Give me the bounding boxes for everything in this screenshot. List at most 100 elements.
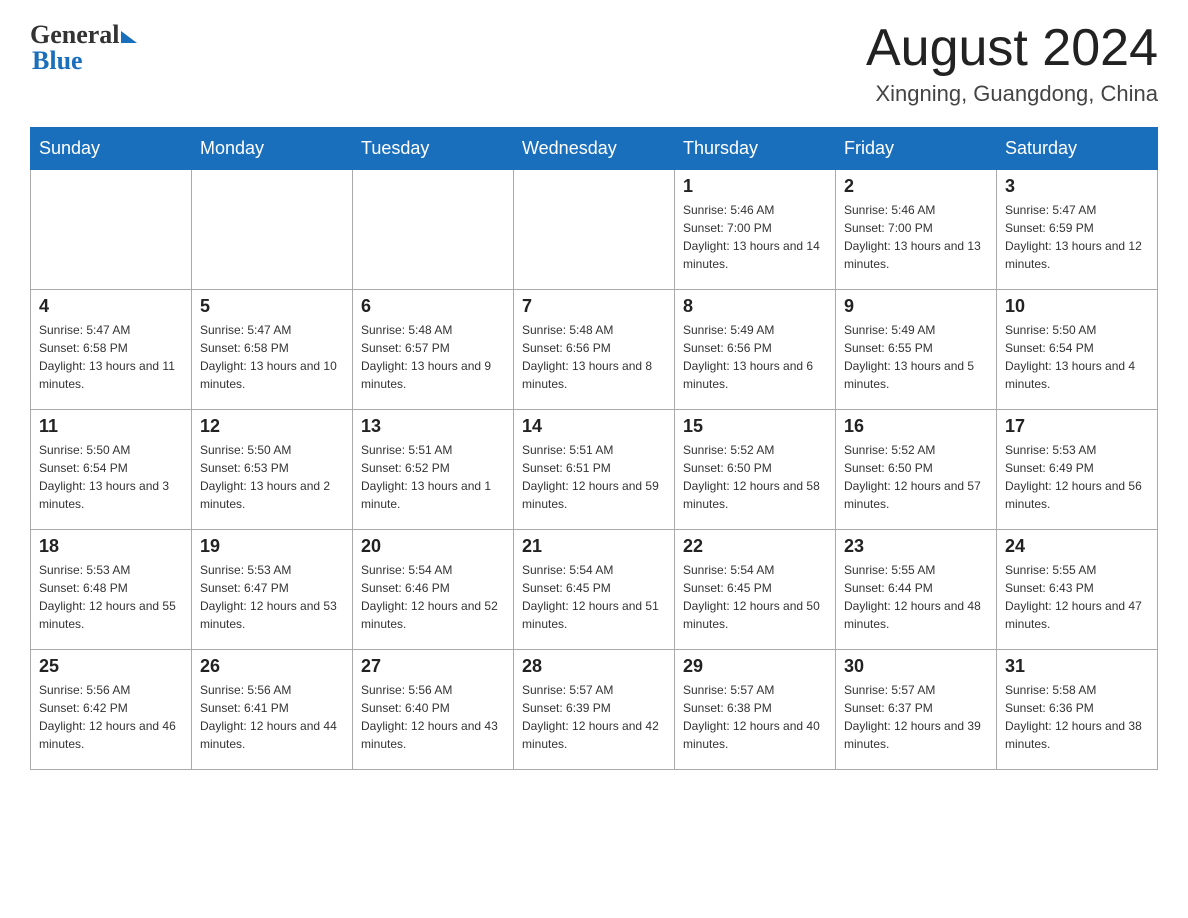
location-text: Xingning, Guangdong, China — [866, 81, 1158, 107]
day-sun-info: Sunrise: 5:51 AMSunset: 6:52 PMDaylight:… — [361, 441, 505, 513]
day-sun-info: Sunrise: 5:47 AMSunset: 6:58 PMDaylight:… — [200, 321, 344, 393]
calendar-day-cell: 3 Sunrise: 5:47 AMSunset: 6:59 PMDaylight… — [997, 170, 1158, 290]
calendar-day-cell: 29Sunrise: 5:57 AMSunset: 6:38 PMDayligh… — [675, 650, 836, 770]
calendar-day-cell: 23 Sunrise: 5:55 AMSunset: 6:44 PMDayligh… — [836, 530, 997, 650]
day-number: 8 — [683, 296, 827, 317]
calendar-day-cell: 6 Sunrise: 5:48 AMSunset: 6:57 PMDaylight… — [353, 290, 514, 410]
day-sun-info: Sunrise: 5:52 AMSunset: 6:50 PMDaylight:… — [844, 441, 988, 513]
day-sun-info: Sunrise: 5:50 AMSunset: 6:53 PMDaylight:… — [200, 441, 344, 513]
day-number: 20 — [361, 536, 505, 557]
calendar-week-row: 25Sunrise: 5:56 AMSunset: 6:42 PMDayligh… — [31, 650, 1158, 770]
day-number: 7 — [522, 296, 666, 317]
calendar-day-cell — [514, 170, 675, 290]
day-number: 9 — [844, 296, 988, 317]
day-sun-info: Sunrise: 5:54 AMSunset: 6:46 PMDaylight:… — [361, 561, 505, 633]
title-block: August 2024 Xingning, Guangdong, China — [866, 20, 1158, 107]
day-of-week-header: Tuesday — [353, 128, 514, 170]
calendar-day-cell: 20 Sunrise: 5:54 AMSunset: 6:46 PMDayligh… — [353, 530, 514, 650]
day-number: 12 — [200, 416, 344, 437]
day-of-week-header: Saturday — [997, 128, 1158, 170]
month-title: August 2024 — [866, 20, 1158, 77]
calendar-day-cell — [192, 170, 353, 290]
calendar-day-cell: 30Sunrise: 5:57 AMSunset: 6:37 PMDayligh… — [836, 650, 997, 770]
logo-blue-text: Blue — [32, 46, 83, 76]
calendar-day-cell: 22Sunrise: 5:54 AMSunset: 6:45 PMDayligh… — [675, 530, 836, 650]
calendar-day-cell: 25Sunrise: 5:56 AMSunset: 6:42 PMDayligh… — [31, 650, 192, 770]
day-sun-info: Sunrise: 5:56 AMSunset: 6:42 PMDaylight:… — [39, 681, 183, 753]
calendar-day-cell: 4 Sunrise: 5:47 AMSunset: 6:58 PMDaylight… — [31, 290, 192, 410]
calendar-week-row: 18 Sunrise: 5:53 AMSunset: 6:48 PMDayligh… — [31, 530, 1158, 650]
day-sun-info: Sunrise: 5:56 AMSunset: 6:40 PMDaylight:… — [361, 681, 505, 753]
calendar-day-cell: 31Sunrise: 5:58 AMSunset: 6:36 PMDayligh… — [997, 650, 1158, 770]
day-sun-info: Sunrise: 5:56 AMSunset: 6:41 PMDaylight:… — [200, 681, 344, 753]
calendar-week-row: 11Sunrise: 5:50 AMSunset: 6:54 PMDayligh… — [31, 410, 1158, 530]
calendar-day-cell: 9 Sunrise: 5:49 AMSunset: 6:55 PMDaylight… — [836, 290, 997, 410]
calendar-week-row: 4 Sunrise: 5:47 AMSunset: 6:58 PMDaylight… — [31, 290, 1158, 410]
day-sun-info: Sunrise: 5:47 AMSunset: 6:58 PMDaylight:… — [39, 321, 183, 393]
day-number: 5 — [200, 296, 344, 317]
day-number: 4 — [39, 296, 183, 317]
calendar-day-cell: 8 Sunrise: 5:49 AMSunset: 6:56 PMDaylight… — [675, 290, 836, 410]
day-number: 24 — [1005, 536, 1149, 557]
day-sun-info: Sunrise: 5:49 AMSunset: 6:55 PMDaylight:… — [844, 321, 988, 393]
day-sun-info: Sunrise: 5:47 AMSunset: 6:59 PMDaylight:… — [1005, 201, 1149, 273]
calendar-day-cell: 7Sunrise: 5:48 AMSunset: 6:56 PMDaylight… — [514, 290, 675, 410]
day-sun-info: Sunrise: 5:46 AMSunset: 7:00 PMDaylight:… — [683, 201, 827, 273]
day-of-week-header: Friday — [836, 128, 997, 170]
day-sun-info: Sunrise: 5:46 AMSunset: 7:00 PMDaylight:… — [844, 201, 988, 273]
day-number: 11 — [39, 416, 183, 437]
day-sun-info: Sunrise: 5:55 AMSunset: 6:43 PMDaylight:… — [1005, 561, 1149, 633]
calendar-day-cell: 18 Sunrise: 5:53 AMSunset: 6:48 PMDayligh… — [31, 530, 192, 650]
day-sun-info: Sunrise: 5:57 AMSunset: 6:39 PMDaylight:… — [522, 681, 666, 753]
calendar-day-cell: 19 Sunrise: 5:53 AMSunset: 6:47 PMDayligh… — [192, 530, 353, 650]
calendar-day-cell: 10 Sunrise: 5:50 AMSunset: 6:54 PMDayligh… — [997, 290, 1158, 410]
day-number: 17 — [1005, 416, 1149, 437]
day-of-week-header: Monday — [192, 128, 353, 170]
day-number: 19 — [200, 536, 344, 557]
calendar-day-cell: 5 Sunrise: 5:47 AMSunset: 6:58 PMDaylight… — [192, 290, 353, 410]
calendar-day-cell — [31, 170, 192, 290]
logo-arrow-icon — [121, 31, 137, 43]
day-sun-info: Sunrise: 5:54 AMSunset: 6:45 PMDaylight:… — [683, 561, 827, 633]
day-sun-info: Sunrise: 5:53 AMSunset: 6:48 PMDaylight:… — [39, 561, 183, 633]
day-sun-info: Sunrise: 5:49 AMSunset: 6:56 PMDaylight:… — [683, 321, 827, 393]
calendar-day-cell: 27 Sunrise: 5:56 AMSunset: 6:40 PMDayligh… — [353, 650, 514, 770]
day-number: 27 — [361, 656, 505, 677]
calendar-day-cell: 21 Sunrise: 5:54 AMSunset: 6:45 PMDayligh… — [514, 530, 675, 650]
day-number: 28 — [522, 656, 666, 677]
calendar-day-cell: 28 Sunrise: 5:57 AMSunset: 6:39 PMDayligh… — [514, 650, 675, 770]
calendar-day-cell: 12 Sunrise: 5:50 AMSunset: 6:53 PMDayligh… — [192, 410, 353, 530]
day-of-week-header: Thursday — [675, 128, 836, 170]
day-number: 6 — [361, 296, 505, 317]
day-number: 29 — [683, 656, 827, 677]
page-header: General Blue August 2024 Xingning, Guang… — [30, 20, 1158, 107]
day-number: 1 — [683, 176, 827, 197]
day-number: 2 — [844, 176, 988, 197]
calendar-day-cell — [353, 170, 514, 290]
day-sun-info: Sunrise: 5:55 AMSunset: 6:44 PMDaylight:… — [844, 561, 988, 633]
day-number: 15 — [683, 416, 827, 437]
day-number: 21 — [522, 536, 666, 557]
day-number: 13 — [361, 416, 505, 437]
day-sun-info: Sunrise: 5:50 AMSunset: 6:54 PMDaylight:… — [1005, 321, 1149, 393]
calendar-day-cell: 14 Sunrise: 5:51 AMSunset: 6:51 PMDayligh… — [514, 410, 675, 530]
day-sun-info: Sunrise: 5:57 AMSunset: 6:37 PMDaylight:… — [844, 681, 988, 753]
calendar-day-cell: 16 Sunrise: 5:52 AMSunset: 6:50 PMDayligh… — [836, 410, 997, 530]
calendar-day-cell: 2 Sunrise: 5:46 AMSunset: 7:00 PMDaylight… — [836, 170, 997, 290]
day-number: 31 — [1005, 656, 1149, 677]
day-number: 14 — [522, 416, 666, 437]
day-number: 3 — [1005, 176, 1149, 197]
day-number: 10 — [1005, 296, 1149, 317]
day-sun-info: Sunrise: 5:54 AMSunset: 6:45 PMDaylight:… — [522, 561, 666, 633]
calendar-day-cell: 26 Sunrise: 5:56 AMSunset: 6:41 PMDayligh… — [192, 650, 353, 770]
day-number: 26 — [200, 656, 344, 677]
day-sun-info: Sunrise: 5:53 AMSunset: 6:47 PMDaylight:… — [200, 561, 344, 633]
logo: General Blue — [30, 20, 137, 76]
day-number: 23 — [844, 536, 988, 557]
calendar-day-cell: 24 Sunrise: 5:55 AMSunset: 6:43 PMDayligh… — [997, 530, 1158, 650]
day-of-week-header: Wednesday — [514, 128, 675, 170]
day-number: 16 — [844, 416, 988, 437]
day-sun-info: Sunrise: 5:51 AMSunset: 6:51 PMDaylight:… — [522, 441, 666, 513]
day-sun-info: Sunrise: 5:48 AMSunset: 6:57 PMDaylight:… — [361, 321, 505, 393]
day-number: 18 — [39, 536, 183, 557]
